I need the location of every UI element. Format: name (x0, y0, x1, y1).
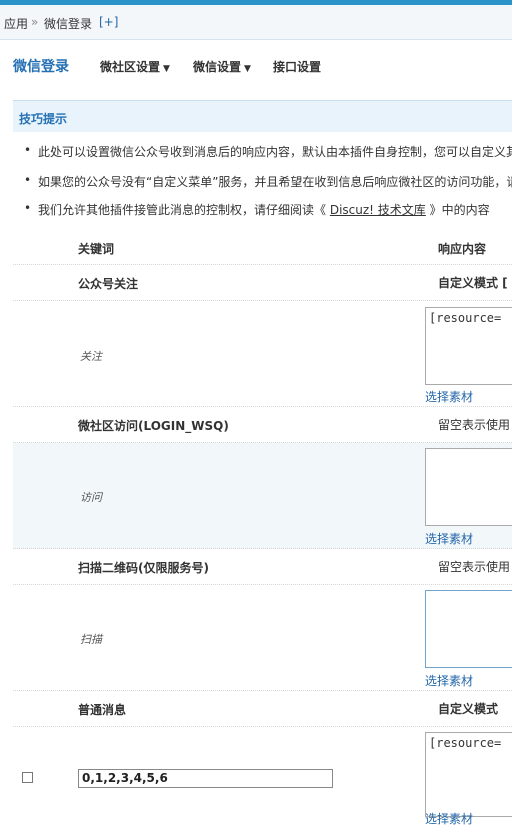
nav-wsq-settings-label: 微社区设置 (100, 60, 161, 74)
tip-text: 此处可以设置微信公众号收到消息后的响应内容，默认由本插件自身控制，您可以自定义其 (38, 145, 512, 159)
row-keyword: 关注 (80, 350, 102, 363)
col-response-header: 响应内容 (438, 242, 487, 256)
breadcrumb-root[interactable]: 应用 (4, 15, 28, 32)
nav-wechat-settings[interactable]: 微信设置 ▼ (193, 58, 251, 75)
tips-title: 技巧提示 (19, 112, 68, 126)
row-mode: 自定义模式 [ (438, 276, 508, 290)
table-row: 微社区访问(LOGIN_WSQ) 留空表示使用 (13, 407, 512, 443)
row-keyword: 扫描 (80, 633, 102, 646)
choose-material-link[interactable]: 选择素材 (425, 530, 473, 547)
response-textarea[interactable] (425, 448, 512, 526)
tip-text-suffix: 》中的内容 (429, 203, 490, 217)
row-mode: 留空表示使用 (438, 418, 511, 432)
row-checkbox[interactable] (22, 772, 33, 783)
breadcrumb-current: 微信登录 (44, 17, 93, 31)
table-row: 普通消息 自定义模式 (13, 691, 512, 727)
add-shortcut-link[interactable]: [+] (99, 15, 118, 29)
choose-material-link[interactable]: 选择素材 (425, 672, 473, 689)
tip-text: 我们允许其他插件接管此消息的控制权，请仔细阅读《 Discuz! 技术文库 》中… (38, 201, 490, 218)
page-header: 微信登录 微社区设置 ▼ 微信设置 ▼ 接口设置 (0, 40, 512, 96)
tips-header: 技巧提示 (13, 100, 512, 132)
breadcrumb: 应用 » 微信登录 [+] (0, 5, 512, 40)
row-mode: 自定义模式 (438, 702, 499, 716)
row-name: 普通消息 (78, 703, 127, 717)
page-title: 微信登录 (13, 59, 69, 75)
bullet-icon: • (24, 173, 32, 187)
response-textarea[interactable]: [resource= (425, 732, 512, 817)
tip-text: 如果您的公众号没有“自定义菜单”服务，并且希望在收到信息后响应微社区的访问功能，… (38, 175, 512, 189)
choose-material-link[interactable]: 选择素材 (425, 388, 473, 405)
table-row: 公众号关注 自定义模式 [ (13, 265, 512, 301)
row-name: 微社区访问(LOGIN_WSQ) (78, 419, 229, 433)
row-mode: 留空表示使用 (438, 560, 511, 574)
nav-wechat-settings-label: 微信设置 (193, 60, 242, 74)
row-name: 扫描二维码(仅限服务号) (78, 561, 209, 575)
docs-link[interactable]: Discuz! 技术文库 (330, 203, 426, 217)
breadcrumb-separator: » (31, 15, 39, 29)
row-name: 公众号关注 (78, 277, 139, 291)
chevron-down-icon: ▼ (163, 64, 170, 74)
choose-material-link[interactable]: 选择素材 (425, 810, 473, 827)
nav-api-settings[interactable]: 接口设置 (273, 58, 321, 75)
bullet-icon: • (24, 143, 32, 157)
bullet-icon: • (24, 201, 32, 215)
col-keyword-header: 关键词 (78, 242, 115, 256)
row-keyword: 访问 (80, 491, 102, 504)
table-header: 关键词 响应内容 (13, 229, 512, 265)
keyword-input[interactable]: 0,1,2,3,4,5,6 (78, 769, 333, 788)
table-row: 扫描二维码(仅限服务号) 留空表示使用 (13, 549, 512, 585)
chevron-down-icon: ▼ (244, 64, 251, 74)
response-textarea[interactable] (425, 590, 512, 668)
tip-text-prefix: 我们允许其他插件接管此消息的控制权，请仔细阅读《 (38, 203, 327, 217)
response-textarea[interactable]: [resource= (425, 307, 512, 385)
nav-wsq-settings[interactable]: 微社区设置 ▼ (100, 58, 170, 75)
